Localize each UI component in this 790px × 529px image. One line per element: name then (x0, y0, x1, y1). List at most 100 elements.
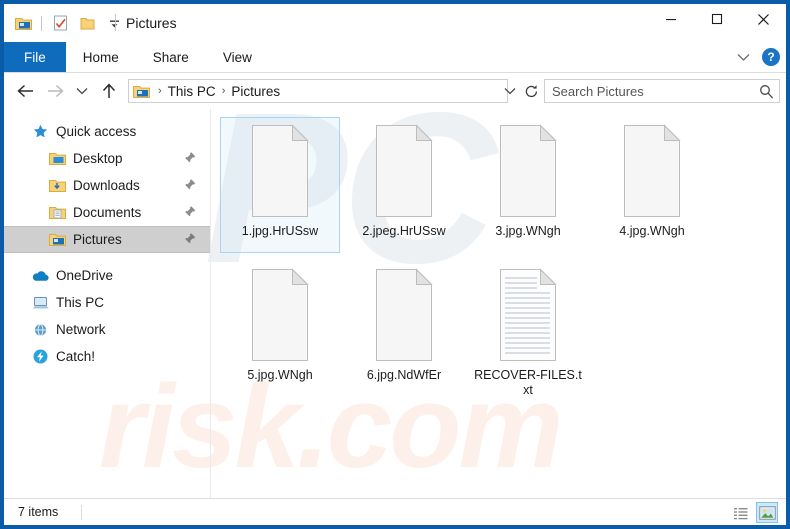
forward-button[interactable] (40, 77, 70, 105)
documents-folder-icon (48, 205, 66, 220)
file-item[interactable]: 1.jpg.HrUSsw (220, 117, 340, 253)
navigation-pane: Quick access Desktop Downloads Documents… (4, 109, 211, 498)
file-item[interactable]: 2.jpeg.HrUSsw (344, 117, 464, 253)
qat-separator-1 (41, 15, 42, 31)
search-input[interactable] (545, 82, 753, 100)
file-explorer-window: PC risk.com Pictures File Home Share Vie… (0, 0, 790, 529)
pictures-folder-icon (48, 232, 66, 247)
breadcrumb[interactable]: › This PC › Pictures (128, 79, 508, 103)
network-icon (31, 323, 49, 337)
file-name-label: 5.jpg.WNgh (247, 368, 313, 382)
file-name-label: 6.jpg.NdWfEr (366, 368, 442, 382)
content-area: Quick access Desktop Downloads Documents… (4, 109, 786, 498)
blank-document-icon (614, 122, 690, 220)
sidebar-gap-1 (4, 253, 210, 262)
tab-home[interactable]: Home (66, 42, 136, 72)
sidebar-item-label: Quick access (56, 124, 137, 139)
pin-icon[interactable] (184, 205, 196, 220)
recent-locations-button[interactable] (70, 77, 94, 105)
onedrive-cloud-icon (31, 270, 49, 282)
blank-document-icon (366, 266, 442, 364)
file-list-pane[interactable]: 1.jpg.HrUSsw 2.jpeg.HrUSsw 3.jpg.WNgh 4.… (212, 109, 786, 498)
file-item[interactable]: 4.jpg.WNgh (592, 117, 712, 253)
file-name-label: 3.jpg.WNgh (495, 224, 561, 238)
quick-access-toolbar (12, 11, 125, 35)
details-view-button[interactable] (730, 502, 752, 523)
breadcrumb-separator-1[interactable]: › (152, 85, 168, 97)
blank-document-icon (242, 266, 318, 364)
sidebar-item-label: Desktop (73, 151, 123, 166)
sidebar-item-catch[interactable]: Catch! (4, 343, 210, 370)
file-item[interactable]: 6.jpg.NdWfEr (344, 261, 464, 397)
address-dropdown-button[interactable] (500, 79, 520, 103)
pictures-folder-icon (133, 84, 150, 99)
large-icons-view-button[interactable] (756, 502, 778, 523)
ribbon-tab-strip: File Home Share View ? (4, 42, 786, 73)
blank-document-icon (490, 122, 566, 220)
new-folder-icon[interactable] (76, 12, 98, 34)
file-name-label: RECOVER-FILES.txt (474, 368, 582, 397)
ribbon-tabs: File Home Share View (4, 42, 269, 72)
chevron-down-icon[interactable] (732, 46, 754, 68)
title-separator (115, 14, 116, 31)
sidebar-item-label: Pictures (73, 232, 122, 247)
sidebar-item-label: Network (56, 322, 106, 337)
view-mode-buttons (730, 502, 778, 523)
minimize-button[interactable] (648, 4, 694, 34)
address-bar: › This PC › Pictures (4, 73, 786, 109)
tab-share[interactable]: Share (136, 42, 206, 72)
pictures-folder-icon[interactable] (12, 12, 34, 34)
file-item[interactable]: RECOVER-FILES.txt (468, 261, 588, 397)
status-bar: 7 items (4, 498, 786, 525)
status-separator (81, 505, 82, 520)
file-name-label: 4.jpg.WNgh (619, 224, 685, 238)
star-icon (31, 124, 49, 139)
search-icon[interactable] (753, 84, 779, 99)
catch-app-icon (31, 349, 49, 364)
sidebar-item-this-pc[interactable]: This PC (4, 289, 210, 316)
tab-view[interactable]: View (206, 42, 269, 72)
window-controls (648, 4, 786, 34)
sidebar-item-label: Catch! (56, 349, 96, 364)
ribbon-right-controls: ? (732, 42, 780, 72)
maximize-button[interactable] (694, 4, 740, 34)
sidebar-item-onedrive[interactable]: OneDrive (4, 262, 210, 289)
refresh-button[interactable] (520, 79, 542, 103)
pin-icon[interactable] (184, 151, 196, 166)
sidebar-item-quick-access[interactable]: Quick access (4, 118, 210, 145)
sidebar-item-desktop[interactable]: Desktop (4, 145, 210, 172)
file-name-label: 1.jpg.HrUSsw (241, 224, 319, 238)
file-item[interactable]: 3.jpg.WNgh (468, 117, 588, 253)
file-grid: 1.jpg.HrUSsw 2.jpeg.HrUSsw 3.jpg.WNgh 4.… (218, 113, 786, 401)
pin-icon[interactable] (184, 232, 196, 247)
window-client-area: PC risk.com Pictures File Home Share Vie… (4, 4, 786, 525)
sidebar-item-pictures[interactable]: Pictures (4, 226, 210, 253)
breadcrumb-item-this-pc[interactable]: This PC (168, 84, 216, 99)
blank-document-icon (242, 122, 318, 220)
blank-document-icon (366, 122, 442, 220)
customize-dropdown-icon[interactable] (103, 12, 125, 34)
navigation-buttons (10, 77, 124, 105)
sidebar-item-documents[interactable]: Documents (4, 199, 210, 226)
desktop-folder-icon (48, 151, 66, 166)
window-title: Pictures (126, 15, 177, 31)
tab-file[interactable]: File (4, 42, 66, 72)
breadcrumb-item-pictures[interactable]: Pictures (231, 84, 280, 99)
sidebar-item-downloads[interactable]: Downloads (4, 172, 210, 199)
breadcrumb-separator-2[interactable]: › (216, 85, 232, 97)
help-button[interactable]: ? (762, 48, 780, 66)
file-name-label: 2.jpeg.HrUSsw (362, 224, 446, 238)
sidebar-item-label: Documents (73, 205, 142, 220)
back-button[interactable] (10, 77, 40, 105)
sidebar-item-network[interactable]: Network (4, 316, 210, 343)
sidebar-item-label: This PC (56, 295, 105, 310)
properties-icon[interactable] (49, 12, 71, 34)
close-button[interactable] (740, 4, 786, 34)
item-count-label: 7 items (18, 505, 59, 519)
text-document-icon (490, 266, 566, 364)
file-item[interactable]: 5.jpg.WNgh (220, 261, 340, 397)
pin-icon[interactable] (184, 178, 196, 193)
this-pc-icon (31, 296, 49, 310)
search-box[interactable] (544, 79, 780, 103)
up-button[interactable] (94, 77, 124, 105)
